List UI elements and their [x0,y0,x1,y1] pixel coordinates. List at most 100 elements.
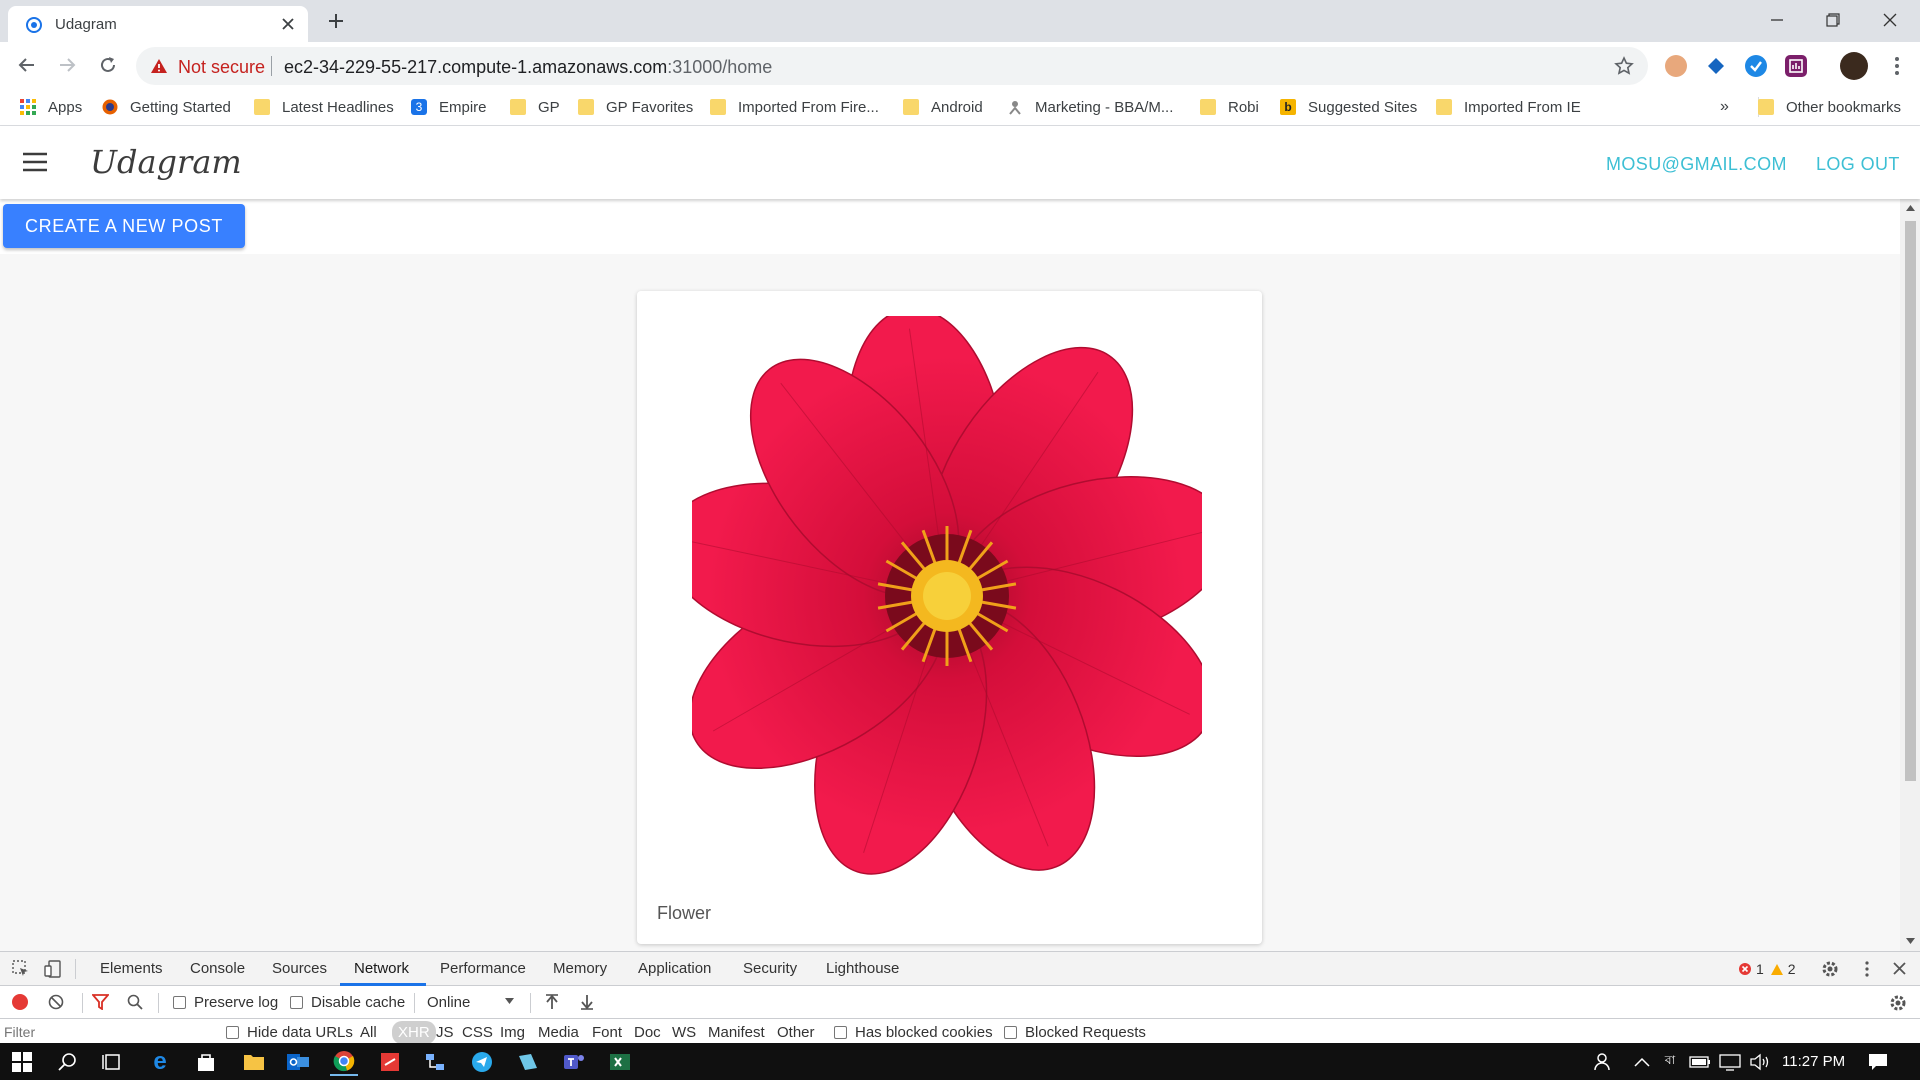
record-icon[interactable] [12,994,28,1010]
restore-icon[interactable] [1813,8,1853,32]
back-arrow-icon[interactable] [14,52,40,78]
profile-avatar[interactable] [1840,52,1868,80]
type-filter-xhr[interactable]: XHR [392,1021,436,1044]
logout-button[interactable]: LOG OUT [1816,154,1900,175]
address-bar[interactable]: Not secure ec2-34-229-55-217.compute-1.a… [136,47,1648,85]
chrome-taskbar-icon[interactable] [330,1048,358,1076]
extension-check-icon[interactable] [1745,55,1767,77]
input-language-icon[interactable]: বা [1656,1048,1684,1076]
bookmark-android[interactable]: Android [903,96,983,118]
bookmarks-overflow-chevron-icon[interactable]: » [1720,96,1729,118]
page-scrollbar[interactable] [1900,199,1920,951]
bookmark-suggested-sites[interactable]: b Suggested Sites [1280,96,1417,118]
bookmark-imported-ie[interactable]: Imported From IE [1436,96,1581,118]
devtools-tab-performance[interactable]: Performance [440,960,526,977]
clear-icon[interactable] [48,994,64,1010]
preserve-log-checkbox[interactable]: Preserve log [173,994,278,1011]
outlook-icon[interactable] [284,1048,312,1076]
type-filter-manifest[interactable]: Manifest [708,1024,765,1041]
blocked-requests-checkbox[interactable]: Blocked Requests [1004,1024,1146,1041]
inspect-element-icon[interactable] [12,960,30,978]
type-filter-all[interactable]: All [360,1024,377,1041]
excel-icon[interactable] [606,1048,634,1076]
network-settings-gear-icon[interactable] [1888,993,1908,1013]
close-window-icon[interactable] [1870,8,1910,32]
type-filter-css[interactable]: CSS [462,1024,493,1041]
chevron-up-icon[interactable] [1628,1048,1656,1076]
devtools-tab-application[interactable]: Application [638,960,711,977]
bookmark-star-icon[interactable] [1614,56,1634,76]
task-view-icon[interactable] [98,1048,126,1076]
extension-diamond-icon[interactable] [1705,55,1727,77]
network-app-icon[interactable] [421,1048,449,1076]
url-text[interactable]: ec2-34-229-55-217.compute-1.amazonaws.co… [284,57,772,78]
close-tab-icon[interactable] [280,16,296,32]
devtools-tab-memory[interactable]: Memory [553,960,607,977]
hide-data-urls-checkbox[interactable]: Hide data URLs [226,1024,353,1041]
battery-icon[interactable] [1686,1048,1714,1076]
devtools-more-icon[interactable] [1858,960,1876,978]
extension-chart-icon[interactable] [1785,55,1807,77]
teams-icon[interactable] [560,1048,588,1076]
action-center-icon[interactable] [1864,1048,1892,1076]
devtools-tab-lighthouse[interactable]: Lighthouse [826,960,899,977]
type-filter-img[interactable]: Img [500,1024,525,1041]
type-filter-ws[interactable]: WS [672,1024,696,1041]
extension-fox-icon[interactable] [1665,55,1687,77]
new-tab-icon[interactable] [326,11,346,31]
bookmark-imported-firefox[interactable]: Imported From Fire... [710,96,879,118]
scroll-up-icon[interactable] [1906,205,1915,211]
devtools-tab-console[interactable]: Console [190,960,245,977]
filter-funnel-icon[interactable] [92,994,109,1010]
volume-icon[interactable] [1746,1048,1774,1076]
scrollbar-thumb[interactable] [1905,221,1916,781]
devtools-tab-elements[interactable]: Elements [100,960,163,977]
user-email-link[interactable]: MOSU@GMAIL.COM [1606,154,1787,175]
devtools-tab-network[interactable]: Network [354,960,409,977]
minimize-icon[interactable] [1757,8,1797,32]
device-toggle-icon[interactable] [44,960,62,978]
disable-cache-checkbox[interactable]: Disable cache [290,994,405,1011]
app-blue-icon[interactable] [514,1048,542,1076]
bookmark-robi[interactable]: Robi [1200,96,1259,118]
reload-icon[interactable] [95,52,121,78]
bookmark-gp[interactable]: GP [510,96,560,118]
bookmark-gp-favorites[interactable]: GP Favorites [578,96,693,118]
issues-counter[interactable]: 1 2 [1738,961,1796,977]
devtools-tab-sources[interactable]: Sources [272,960,327,977]
scroll-down-icon[interactable] [1906,938,1915,944]
bookmark-marketing[interactable]: Marketing - BBA/M... [1007,96,1173,118]
edge-browser-icon[interactable]: e [146,1048,174,1076]
chrome-menu-icon[interactable] [1886,55,1908,77]
bookmark-apps[interactable]: Apps [20,96,82,118]
type-filter-font[interactable]: Font [592,1024,622,1041]
menu-hamburger-icon[interactable] [22,152,48,172]
telegram-icon[interactable] [468,1048,496,1076]
network-status-icon[interactable] [1716,1048,1744,1076]
devtools-tab-security[interactable]: Security [743,960,797,977]
devtools-settings-gear-icon[interactable] [1820,959,1840,979]
type-filter-media[interactable]: Media [538,1024,579,1041]
bookmark-latest-headlines[interactable]: Latest Headlines [254,96,394,118]
bookmark-getting-started[interactable]: Getting Started [102,96,231,118]
browser-tab[interactable]: Udagram [8,6,308,42]
people-icon[interactable] [1588,1048,1616,1076]
file-explorer-icon[interactable] [240,1048,268,1076]
windows-start-icon[interactable] [8,1048,36,1076]
security-status[interactable]: Not secure [178,57,265,78]
devtools-close-icon[interactable] [1892,961,1907,976]
store-icon[interactable] [192,1048,220,1076]
taskbar-clock[interactable]: 11:27 PM [1782,1053,1845,1070]
type-filter-doc[interactable]: Doc [634,1024,661,1041]
app-red-icon[interactable] [376,1048,404,1076]
warning-triangle-icon[interactable] [150,58,168,74]
throttle-select[interactable]: Online [427,994,517,1011]
create-post-button[interactable]: CREATE A NEW POST [3,204,245,248]
search-icon[interactable] [127,994,143,1010]
app-brand[interactable]: Udagram [90,143,242,181]
filter-input[interactable] [4,1021,204,1043]
other-bookmarks[interactable]: Other bookmarks [1758,96,1901,118]
type-filter-js[interactable]: JS [436,1024,454,1041]
bookmark-empire[interactable]: 3 Empire [411,96,487,118]
feed-content[interactable]: CREATE A NEW POST Flower [0,199,1900,951]
